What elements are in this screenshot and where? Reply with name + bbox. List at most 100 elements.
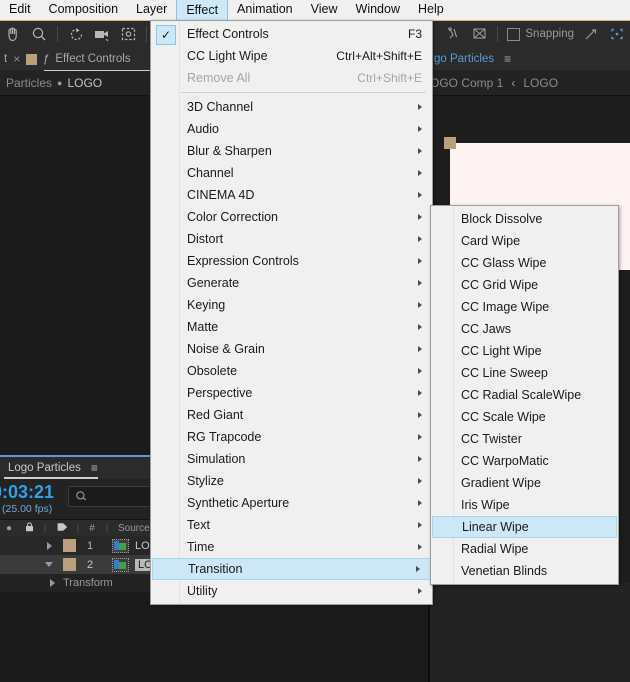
menu-item-transition[interactable]: Transition	[152, 558, 431, 580]
menu-item-blur-sharpen[interactable]: Blur & Sharpen	[151, 140, 432, 162]
menu-item-cc-glass-wipe[interactable]: CC Glass Wipe	[431, 252, 618, 274]
menu-item-shortcut: Ctrl+Alt+Shift+E	[336, 49, 422, 63]
expand-triangle-icon[interactable]	[50, 579, 55, 587]
chevron-right-icon	[418, 544, 422, 550]
checkmark-icon: ✓	[156, 25, 176, 45]
menu-item-color-correction[interactable]: Color Correction	[151, 206, 432, 228]
align-tool-icon[interactable]	[578, 21, 604, 47]
shape-tool-icon[interactable]	[604, 21, 630, 47]
menu-separator	[181, 92, 426, 93]
chevron-right-icon	[418, 456, 422, 462]
timeline-panel-menu-icon[interactable]: ≡	[91, 461, 98, 475]
layer-color-swatch[interactable]	[62, 558, 76, 571]
rotation-tool-icon[interactable]	[63, 21, 89, 47]
chevron-right-icon	[418, 346, 422, 352]
menu-item-label: CC WarpoMatic	[461, 454, 549, 468]
snapping-toggle[interactable]: Snapping	[503, 27, 578, 41]
chevron-right-icon	[418, 302, 422, 308]
menu-item-cinema-4d[interactable]: CINEMA 4D	[151, 184, 432, 206]
snapping-checkbox[interactable]	[507, 27, 521, 41]
zoom-tool-icon[interactable]	[26, 21, 52, 47]
breadcrumb-current-layer[interactable]: LOGO	[523, 76, 558, 90]
menu-item-label: RG Trapcode	[187, 430, 262, 444]
layer-handle-top-left[interactable]	[444, 137, 456, 149]
roto-brush-tool-icon[interactable]	[466, 21, 492, 47]
search-input[interactable]	[68, 486, 158, 507]
menu-item-rg-trapcode[interactable]: RG Trapcode	[151, 426, 432, 448]
menu-item-distort[interactable]: Distort	[151, 228, 432, 250]
menu-item-cc-image-wipe[interactable]: CC Image Wipe	[431, 296, 618, 318]
menu-item-linear-wipe[interactable]: Linear Wipe	[432, 516, 617, 538]
frame-rate-label: (25.00 fps)	[2, 503, 53, 515]
puppet-pin-tool-icon[interactable]	[440, 21, 466, 47]
menu-item-utility[interactable]: Utility	[151, 580, 432, 602]
menu-item-cc-jaws[interactable]: CC Jaws	[431, 318, 618, 340]
timeline-tab-label[interactable]: Logo Particles	[8, 462, 81, 474]
menu-item-noise-grain[interactable]: Noise & Grain	[151, 338, 432, 360]
menu-item-expression-controls[interactable]: Expression Controls	[151, 250, 432, 272]
menu-item-text[interactable]: Text	[151, 514, 432, 536]
panel-menu-icon[interactable]: ≡	[504, 52, 511, 66]
region-of-interest-tool-icon[interactable]	[115, 21, 141, 47]
expand-triangle-icon[interactable]	[46, 541, 52, 550]
menu-item-remove-all[interactable]: Remove All Ctrl+Shift+E	[151, 67, 432, 89]
menu-edit[interactable]: Edit	[0, 0, 40, 23]
effect-menu-items: ✓ Effect Controls F3 CC Light Wipe Ctrl+…	[151, 23, 432, 602]
menu-item-perspective[interactable]: Perspective	[151, 382, 432, 404]
menu-item-synthetic-aperture[interactable]: Synthetic Aperture	[151, 492, 432, 514]
menu-item-effect-controls[interactable]: ✓ Effect Controls F3	[151, 23, 432, 45]
chevron-right-icon	[418, 192, 422, 198]
menu-item-matte[interactable]: Matte	[151, 316, 432, 338]
menu-item-block-dissolve[interactable]: Block Dissolve	[431, 208, 618, 230]
menu-item-cc-warpomatic[interactable]: CC WarpoMatic	[431, 450, 618, 472]
menu-item-channel[interactable]: Channel	[151, 162, 432, 184]
menu-item-cc-light-wipe[interactable]: CC Light Wipe	[431, 340, 618, 362]
transform-group-label[interactable]: Transform	[63, 577, 113, 589]
close-icon[interactable]: ×	[7, 52, 26, 66]
layer-color-swatch[interactable]	[62, 539, 76, 552]
menu-item-obsolete[interactable]: Obsolete	[151, 360, 432, 382]
menu-item-label: 3D Channel	[187, 100, 254, 114]
menu-item-stylize[interactable]: Stylize	[151, 470, 432, 492]
menu-item-iris-wipe[interactable]: Iris Wipe	[431, 494, 618, 516]
chevron-right-icon	[418, 478, 422, 484]
menu-item-cc-twister[interactable]: CC Twister	[431, 428, 618, 450]
menu-item-red-giant[interactable]: Red Giant	[151, 404, 432, 426]
current-time-display[interactable]: 0:03:21	[0, 482, 54, 503]
breadcrumb-comp-name[interactable]: OGO Comp 1	[430, 76, 503, 90]
menu-item-cc-radial-scalewipe[interactable]: CC Radial ScaleWipe	[431, 384, 618, 406]
collapse-triangle-icon[interactable]	[45, 562, 53, 567]
menu-item-label: Radial Wipe	[461, 542, 529, 556]
menu-item-label: Venetian Blinds	[461, 564, 548, 578]
menu-item-audio[interactable]: Audio	[151, 118, 432, 140]
menu-item-cc-scale-wipe[interactable]: CC Scale Wipe	[431, 406, 618, 428]
chevron-right-icon	[418, 280, 422, 286]
menu-item-label: Stylize	[187, 474, 224, 488]
menu-composition[interactable]: Composition	[40, 0, 127, 23]
layer-index: 1	[86, 539, 94, 552]
menu-item-generate[interactable]: Generate	[151, 272, 432, 294]
menu-item-card-wipe[interactable]: Card Wipe	[431, 230, 618, 252]
menu-item-gradient-wipe[interactable]: Gradient Wipe	[431, 472, 618, 494]
effect-dropdown-menu: ✓ Effect Controls F3 CC Light Wipe Ctrl+…	[150, 20, 433, 605]
menu-item-label: Transition	[188, 562, 243, 576]
menu-item-venetian-blinds[interactable]: Venetian Blinds	[431, 560, 618, 582]
chevron-right-icon	[418, 500, 422, 506]
menu-item-label: Gradient Wipe	[461, 476, 541, 490]
lock-icon[interactable]: ƒ	[43, 53, 49, 65]
composition-tab-label[interactable]: go Particles	[434, 53, 494, 65]
chevron-right-icon	[418, 368, 422, 374]
menu-item-keying[interactable]: Keying	[151, 294, 432, 316]
breadcrumb-separator: ●	[57, 78, 63, 88]
effect-controls-tab-label[interactable]: Effect Controls	[55, 53, 130, 65]
hand-tool-icon[interactable]	[0, 21, 26, 47]
menu-item-cc-line-sweep[interactable]: CC Line Sweep	[431, 362, 618, 384]
menu-item-radial-wipe[interactable]: Radial Wipe	[431, 538, 618, 560]
menu-item-simulation[interactable]: Simulation	[151, 448, 432, 470]
camera-tool-icon[interactable]	[89, 21, 115, 47]
menu-item-label: Audio	[187, 122, 219, 136]
menu-item-time[interactable]: Time	[151, 536, 432, 558]
menu-item-3d-channel[interactable]: 3D Channel	[151, 96, 432, 118]
menu-item-cc-light-wipe[interactable]: CC Light Wipe Ctrl+Alt+Shift+E	[151, 45, 432, 67]
menu-item-cc-grid-wipe[interactable]: CC Grid Wipe	[431, 274, 618, 296]
